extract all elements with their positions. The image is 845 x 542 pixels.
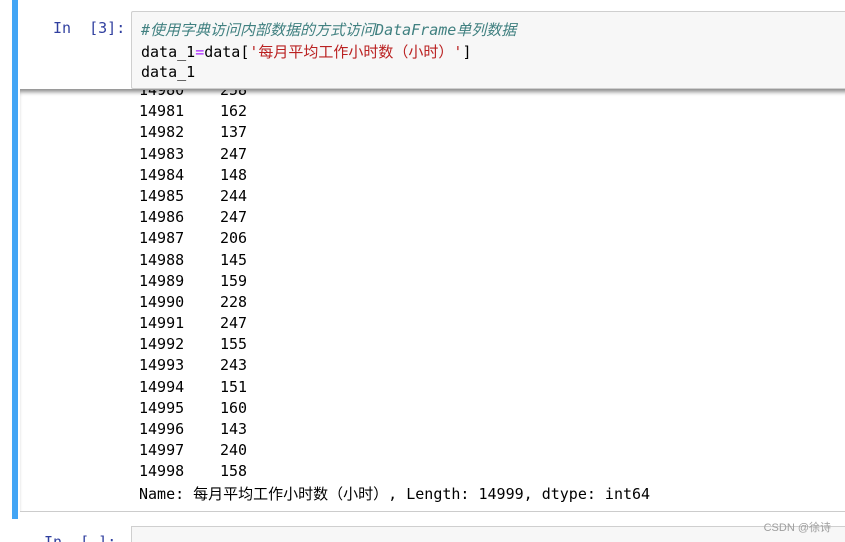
series-index: 14993 (139, 356, 185, 375)
series-index: 14994 (139, 377, 185, 396)
series-row: 14987 206 (139, 228, 247, 249)
code-comment-line: #使用字典访问内部数据的方式访问DataFrame单列数据 (141, 21, 517, 39)
series-index: 14980 (139, 89, 185, 99)
series-index: 14996 (139, 420, 185, 438)
series-value: 247 (220, 314, 248, 333)
series-index: 14995 (139, 398, 185, 417)
series-index: 14987 (139, 229, 185, 248)
series-row: 14985 244 (139, 186, 247, 207)
series-value: 151 (220, 377, 248, 396)
series-row: 14988 145 (139, 250, 247, 271)
next-code-input[interactable] (131, 526, 845, 542)
code-indexer: data[ (204, 43, 250, 61)
series-row: 14981 162 (139, 101, 247, 122)
series-value: 247 (220, 144, 248, 163)
code-output-line: data_1 (141, 63, 196, 81)
series-value: 243 (220, 356, 248, 375)
series-index: 14997 (139, 441, 185, 460)
series-index: 14982 (139, 123, 185, 142)
series-index: 14985 (139, 186, 185, 205)
code-assign-line: data_1=data['每月平均工作小时数（小时）'] (141, 41, 471, 62)
series-value: 206 (220, 229, 248, 248)
series-summary: Name: 每月平均工作小时数（小时）, Length: 14999, dtyp… (139, 485, 651, 503)
cell-input-prompt: In [3]: (53, 19, 126, 37)
series-row: 14991 247 (139, 313, 247, 334)
series-index: 14992 (139, 335, 185, 354)
code-input-area[interactable]: #使用字典访问内部数据的方式访问DataFrame单列数据 data_1=dat… (131, 11, 845, 89)
series-index: 14986 (139, 208, 185, 227)
series-index: 14984 (139, 165, 185, 184)
code-bracket: ] (462, 43, 472, 61)
series-row: 14993 243 (139, 355, 247, 376)
next-cell-prompt: In [ ]: (44, 533, 117, 542)
series-value: 158 (220, 462, 248, 481)
series-value: 162 (220, 102, 248, 121)
series-value: 143 (220, 420, 248, 438)
series-index: 14998 (139, 462, 185, 481)
series-value: 159 (220, 271, 248, 290)
series-row: 14997 240 (139, 440, 247, 461)
series-row: 14986 247 (139, 207, 247, 228)
series-output: 14980 258 14981 162 14982 137 14983 247 14984 14… (139, 89, 248, 483)
series-value: 228 (220, 292, 248, 311)
series-value: 137 (220, 123, 248, 142)
series-row: 14998 158 (139, 461, 247, 482)
series-index: 14989 (139, 271, 185, 290)
series-index: 14981 (139, 102, 185, 121)
series-value: 258 (220, 89, 248, 99)
watermark: CSDN @徐诗 (763, 522, 831, 534)
series-value: 160 (220, 398, 248, 417)
series-index: 14990 (139, 292, 185, 311)
series-row: 14984 148 (139, 165, 247, 186)
series-value: 247 (220, 208, 248, 227)
series-row: 14996 143 (139, 419, 247, 440)
series-value: 244 (220, 186, 248, 205)
code-operator: = (195, 43, 205, 61)
series-value: 145 (220, 250, 248, 269)
selected-cell-indicator (12, 0, 18, 519)
series-row: 14995 160 (139, 398, 247, 419)
series-value: 240 (220, 441, 248, 460)
series-row: 14989 159 (139, 271, 247, 292)
series-value: 148 (220, 165, 248, 184)
series-row: 14982 137 (139, 122, 247, 143)
code-string: '每月平均工作小时数（小时）' (249, 43, 463, 61)
notebook-page: In [3]: #使用字典访问内部数据的方式访问DataFrame单列数据 da… (0, 0, 845, 542)
series-row: 14983 247 (139, 144, 247, 165)
series-index: 14991 (139, 314, 185, 333)
series-row-partial: 14980 258 (139, 89, 248, 101)
cell-output-area[interactable]: 14980 258 14981 162 14982 137 14983 247 14984 14… (20, 89, 845, 512)
series-value: 155 (220, 335, 248, 354)
series-row: 14990 228 (139, 292, 247, 313)
series-row: 14992 155 (139, 334, 247, 355)
series-index: 14983 (139, 144, 185, 163)
code-variable: data_1 (141, 43, 196, 61)
series-row: 14994 151 (139, 377, 247, 398)
series-index: 14988 (139, 250, 185, 269)
